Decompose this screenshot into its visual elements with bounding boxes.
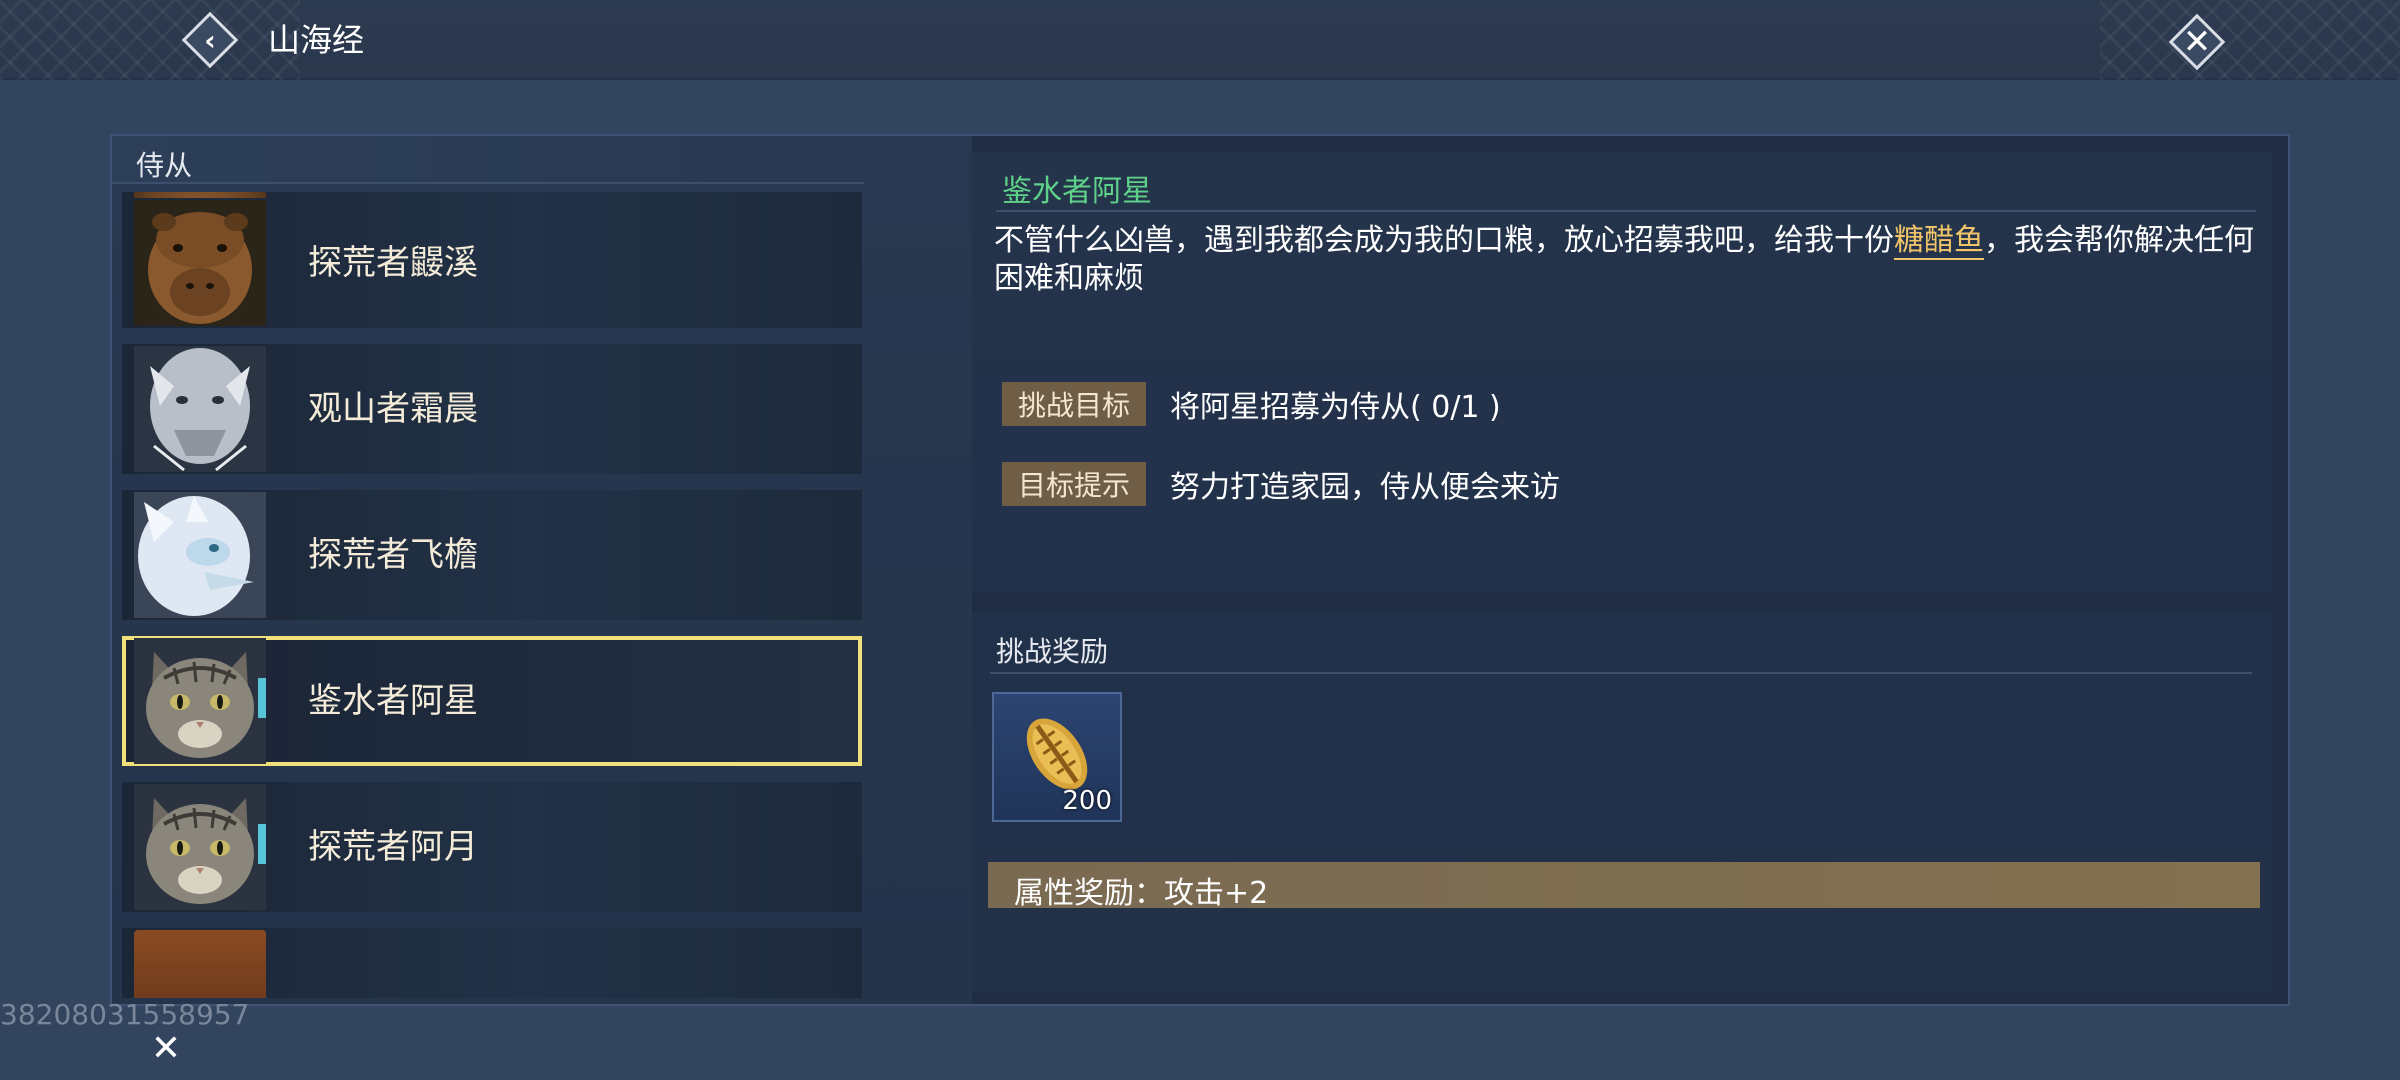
tabby-cat-portrait <box>134 638 266 764</box>
main-panel: 侍从 探荒者鼹溪 观山者霜晨 探荒者飞檐 鉴水者阿星 探荒者阿月 鉴水者阿星 不… <box>110 134 2290 1006</box>
companion-header: 侍从 <box>112 136 864 184</box>
section-title: 侍从 <box>136 149 193 182</box>
challenge-info: 鉴水者阿星 不管什么凶兽，遇到我都会成为我的口粮，放心招募我吧，给我十份糖醋鱼，… <box>972 152 2272 592</box>
hint-text: 努力打造家园，侍从便会来访 <box>1170 470 1560 505</box>
divider <box>990 672 2252 674</box>
highlighted-item-link[interactable]: 糖醋鱼 <box>1894 223 1984 260</box>
user-id-watermark: 38208031558957 <box>0 998 250 1031</box>
list-item[interactable] <box>122 928 862 998</box>
back-button[interactable]: ‹ <box>180 10 240 70</box>
close-icon: ✕ <box>2182 22 2212 62</box>
companion-name: 鉴水者阿星 <box>308 681 478 721</box>
attribute-reward-text: 属性奖励：攻击+2 <box>1014 876 1269 911</box>
top-bar: ‹ 山海经 ✕ <box>0 0 2400 80</box>
decorative-pattern <box>0 0 300 80</box>
decorative-pattern <box>2100 0 2400 80</box>
npc-quote: 不管什么凶兽，遇到我都会成为我的口粮，放心招募我吧，给我十份糖醋鱼，我会帮你解决… <box>994 222 2264 298</box>
goal-row: 挑战目标 将阿星招募为侍从( 0/1 ) <box>1002 382 1501 426</box>
quote-text: 不管什么凶兽，遇到我都会成为我的口粮，放心招募我吧，给我十份 <box>994 223 1894 258</box>
close-button[interactable]: ✕ <box>2165 10 2229 74</box>
companion-panel: 侍从 探荒者鼹溪 观山者霜晨 探荒者飞檐 鉴水者阿星 探荒者阿月 <box>112 136 972 1004</box>
companion-name: 探荒者阿月 <box>308 827 478 867</box>
item-count: 200 <box>1062 786 1112 816</box>
detail-panel: 鉴水者阿星 不管什么凶兽，遇到我都会成为我的口粮，放心招募我吧，给我十份糖醋鱼，… <box>972 152 2282 992</box>
companion-name: 观山者霜晨 <box>308 389 478 429</box>
portrait-image <box>134 930 266 998</box>
close-icon[interactable]: ✕ <box>142 1024 190 1072</box>
hint-tag: 目标提示 <box>1002 462 1146 506</box>
list-item[interactable]: 探荒者飞檐 <box>122 490 862 620</box>
list-item[interactable]: 探荒者阿月 <box>122 782 862 912</box>
reward-title: 挑战奖励 <box>996 635 1109 668</box>
companion-name: 探荒者鼹溪 <box>308 243 478 283</box>
silver-beast-portrait <box>134 346 266 472</box>
page-title: 山海经 <box>268 21 365 59</box>
reward-section: 挑战奖励 200 属性奖励：攻击+2 <box>972 612 2272 992</box>
goal-text: 将阿星招募为侍从( 0/1 ) <box>1170 390 1501 425</box>
goal-tag: 挑战目标 <box>1002 382 1146 426</box>
chevron-left-icon: ‹ <box>204 23 216 57</box>
list-item[interactable]: 探荒者鼹溪 <box>122 198 862 328</box>
npc-name: 鉴水者阿星 <box>1002 174 1152 209</box>
white-dragon-portrait <box>134 492 266 618</box>
companion-list[interactable]: 探荒者鼹溪 观山者霜晨 探荒者飞檐 鉴水者阿星 探荒者阿月 <box>122 192 864 998</box>
reward-item-slot[interactable]: 200 <box>992 692 1122 822</box>
attribute-reward-bar: 属性奖励：攻击+2 <box>988 862 2260 911</box>
hint-row: 目标提示 努力打造家园，侍从便会来访 <box>1002 462 1560 506</box>
divider <box>996 210 2256 212</box>
capybara-portrait <box>134 200 266 326</box>
list-item-selected[interactable]: 鉴水者阿星 <box>122 636 862 766</box>
companion-name: 探荒者飞檐 <box>308 535 478 575</box>
tabby-cat-portrait <box>134 784 266 910</box>
list-item[interactable]: 观山者霜晨 <box>122 344 862 474</box>
